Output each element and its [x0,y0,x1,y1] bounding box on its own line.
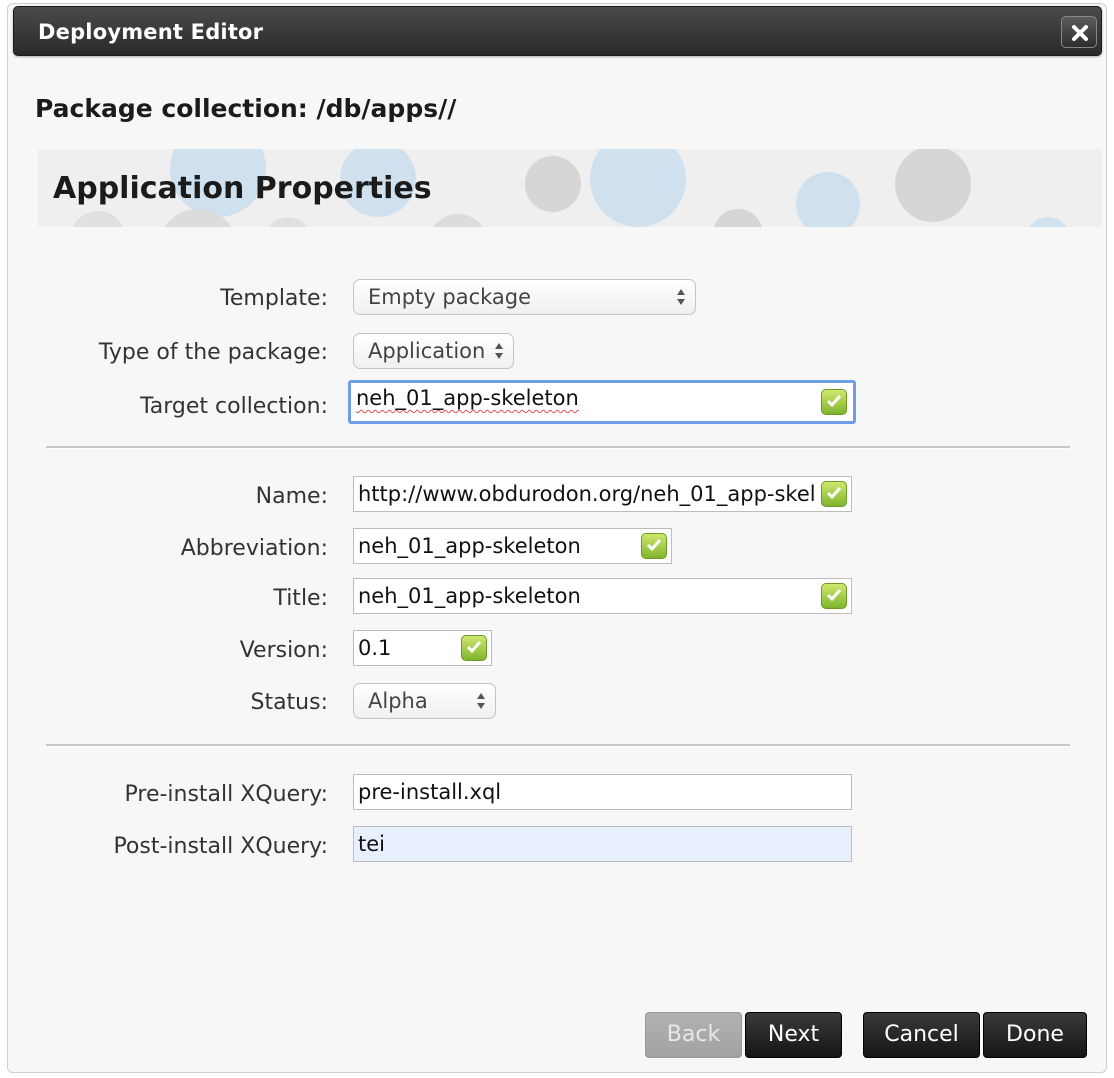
select-arrows-icon [495,343,503,359]
abbreviation-input[interactable]: neh_01_app-skeleton [353,528,672,564]
template-label: Template: [220,286,328,311]
divider [46,744,1070,747]
valid-check-icon [641,533,667,559]
target-collection-value: neh_01_app-skeleton [356,386,579,410]
package-collection-label: Package collection: /db/apps// [35,94,457,123]
dialog-title: Deployment Editor [38,20,264,44]
title-label: Title: [273,586,328,611]
target-collection-label: Target collection: [139,394,328,419]
done-button[interactable]: Done [983,1012,1087,1058]
name-value: http://www.obdurodon.org/neh_01_app-skel [358,482,816,506]
valid-check-icon [821,583,847,609]
version-input[interactable]: 0.1 [353,630,492,666]
divider [46,446,1070,449]
next-button[interactable]: Next [745,1012,842,1058]
template-select[interactable]: Empty package [353,279,696,315]
status-label: Status: [250,690,328,715]
package-type-label: Type of the package: [98,340,328,365]
post-install-input[interactable]: tei [353,826,852,862]
deployment-editor-dialog: Deployment Editor Package collection: /d… [7,3,1107,1073]
version-value: 0.1 [358,636,392,660]
select-arrows-icon [477,693,485,709]
title-input[interactable]: neh_01_app-skeleton [353,578,852,614]
select-arrows-icon [677,289,685,305]
template-value: Empty package [368,285,532,309]
cancel-button[interactable]: Cancel [863,1012,980,1058]
pre-install-input[interactable]: pre-install.xql [353,774,852,810]
name-label: Name: [255,484,328,509]
valid-check-icon [821,389,847,415]
section-heading: Application Properties [53,171,432,206]
version-label: Version: [239,638,328,663]
valid-check-icon [461,635,487,661]
target-collection-input[interactable]: neh_01_app-skeleton [348,380,856,424]
post-install-value: tei [358,832,385,856]
status-value: Alpha [368,689,428,713]
package-type-value: Application [368,339,486,363]
post-install-label: Post-install XQuery: [113,834,328,859]
close-button[interactable] [1061,16,1097,48]
close-icon [1072,25,1088,41]
name-input[interactable]: http://www.obdurodon.org/neh_01_app-skel [353,476,852,512]
back-button[interactable]: Back [645,1012,742,1058]
abbreviation-value: neh_01_app-skeleton [358,534,581,558]
valid-check-icon [821,481,847,507]
dialog-titlebar[interactable]: Deployment Editor [13,6,1102,56]
pre-install-label: Pre-install XQuery: [124,782,329,807]
pre-install-value: pre-install.xql [358,780,502,804]
status-select[interactable]: Alpha [353,683,496,719]
title-value: neh_01_app-skeleton [358,584,581,608]
abbreviation-label: Abbreviation: [180,536,328,561]
section-banner: Application Properties [38,149,1102,227]
package-type-select[interactable]: Application [353,333,514,369]
